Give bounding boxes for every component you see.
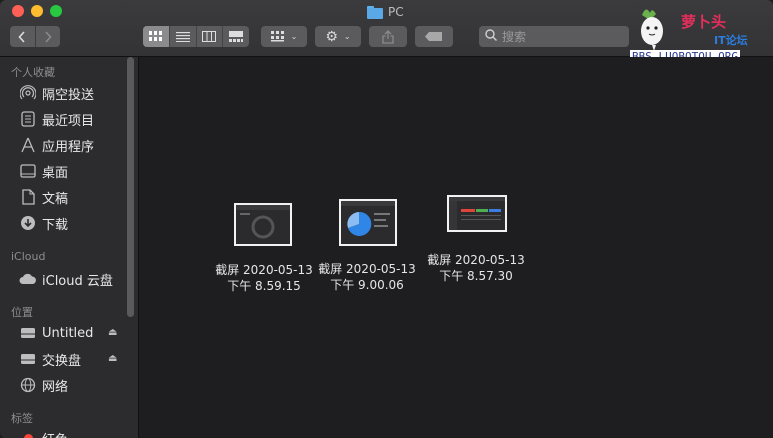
chevron-left-icon: [18, 30, 25, 43]
window-title-label: PC: [388, 5, 404, 19]
eject-icon[interactable]: ⏏: [108, 353, 117, 364]
drive-icon: [19, 324, 37, 342]
chevron-down-icon: ⌄: [290, 32, 298, 41]
column-view-button[interactable]: [195, 26, 223, 47]
forward-button[interactable]: [34, 26, 61, 47]
applications-icon: [19, 136, 37, 154]
file-thumbnail: [234, 203, 292, 246]
file-name-line2: 下午 8.57.30: [439, 269, 513, 283]
sidebar-item-label: 网络: [42, 379, 69, 395]
cloud-icon: [19, 270, 37, 288]
sidebar-item-applications[interactable]: 应用程序: [19, 134, 94, 156]
sidebar-item-recents[interactable]: 最近项目: [19, 108, 94, 130]
sidebar-item-label: 隔空投送: [42, 87, 95, 103]
sidebar-item-label: 文稿: [42, 191, 69, 207]
sidebar-item-desktop[interactable]: 桌面: [19, 160, 68, 182]
chevron-down-icon: ⌄: [343, 32, 351, 41]
file-name: 截屏 2020-05-13 下午 8.57.30: [421, 252, 531, 284]
finder-window: PC ⌄ ⚙ ⌄ 搜索 萝卜头 IT论坛 个人收藏 隔空投送 最近项目 应用程序…: [0, 0, 773, 438]
nav-buttons: [10, 26, 60, 47]
tags-button[interactable]: [415, 26, 453, 47]
screenshot-preview-icon: [236, 205, 290, 244]
sidebar-item-tag-red[interactable]: 红色: [19, 427, 68, 438]
zoom-window-button[interactable]: [50, 5, 62, 17]
sidebar-item-airdrop[interactable]: 隔空投送: [19, 82, 94, 104]
close-window-button[interactable]: [12, 5, 24, 17]
tag-icon: [425, 32, 442, 41]
eject-icon[interactable]: ⏏: [108, 327, 117, 338]
sidebar-item-label: 交换盘: [42, 353, 82, 369]
chevron-right-icon: [45, 30, 52, 43]
sidebar: 个人收藏 隔空投送 最近项目 应用程序 桌面 文稿 下载 iCloud iClo…: [0, 57, 139, 438]
share-icon: [382, 29, 394, 44]
window-title: PC: [367, 4, 404, 20]
file-name-line2: 下午 9.00.06: [330, 278, 404, 292]
list-icon: [175, 32, 190, 42]
sidebar-item-untitled[interactable]: Untitled: [19, 322, 93, 344]
sidebar-item-label: 下载: [42, 217, 69, 233]
sidebar-item-label: 红色: [42, 429, 68, 438]
sidebar-item-label: 应用程序: [42, 139, 95, 155]
file-thumbnail: [447, 195, 507, 232]
sidebar-item-network[interactable]: 网络: [19, 374, 68, 396]
desktop-icon: [19, 162, 37, 180]
sidebar-item-label: Untitled: [42, 325, 94, 341]
airdrop-icon: [19, 84, 37, 102]
sidebar-item-downloads[interactable]: 下载: [19, 212, 68, 234]
search-field[interactable]: 搜索: [479, 26, 629, 47]
sidebar-item-icloud-drive[interactable]: iCloud 云盘: [19, 268, 113, 290]
gear-icon: ⚙: [325, 28, 338, 45]
gallery-icon: [229, 31, 244, 42]
radish-mascot-icon: [641, 9, 663, 51]
file-name-line2: 下午 8.59.15: [227, 279, 301, 293]
file-name: 截屏 2020-05-13 下午 8.59.15: [209, 262, 319, 294]
file-name: 截屏 2020-05-13 下午 9.00.06: [312, 261, 422, 293]
sidebar-item-label: iCloud 云盘: [42, 273, 113, 289]
sidebar-item-label: 桌面: [42, 165, 69, 181]
group-by-button[interactable]: ⌄: [261, 26, 307, 47]
file-name-line1: 截屏 2020-05-13: [318, 262, 416, 276]
icon-view-button[interactable]: [143, 26, 169, 47]
sidebar-scrollbar[interactable]: [127, 57, 134, 317]
sidebar-section-icloud: iCloud: [11, 250, 46, 263]
file-name-line1: 截屏 2020-05-13: [215, 263, 313, 277]
sidebar-item-label: 最近项目: [42, 113, 95, 129]
watermark-title: 萝卜头: [681, 13, 727, 31]
search-placeholder: 搜索: [502, 30, 527, 44]
sidebar-section-tags: 标签: [11, 412, 33, 425]
watermark-subtitle: IT论坛: [714, 34, 748, 47]
minimize-window-button[interactable]: [31, 5, 43, 17]
downloads-icon: [19, 214, 37, 232]
icon-grid-icon: [148, 31, 162, 41]
file-browser-area: 截屏 2020-05-13 下午 8.59.15 截屏 2020-05-13 下…: [139, 57, 773, 438]
tag-color-dot-icon: [19, 429, 37, 438]
sidebar-item-swap-disk[interactable]: 交换盘: [19, 348, 81, 370]
view-mode-segmented: [143, 26, 249, 47]
folder-icon: [367, 5, 383, 19]
file-thumbnail: [339, 199, 397, 246]
sidebar-section-favorites: 个人收藏: [11, 66, 55, 79]
sidebar-section-locations: 位置: [11, 306, 33, 319]
back-button[interactable]: [10, 26, 35, 47]
recents-icon: [19, 110, 37, 128]
search-icon: [485, 29, 497, 44]
sidebar-item-documents[interactable]: 文稿: [19, 186, 68, 208]
columns-icon: [202, 31, 217, 42]
share-button[interactable]: [369, 26, 407, 47]
list-view-button[interactable]: [168, 26, 196, 47]
screenshot-preview-icon: [341, 201, 395, 244]
group-grid-icon: [270, 31, 284, 42]
documents-icon: [19, 188, 37, 206]
gallery-view-button[interactable]: [222, 26, 249, 47]
action-menu-button[interactable]: ⚙ ⌄: [315, 26, 361, 47]
network-icon: [19, 376, 37, 394]
file-name-line1: 截屏 2020-05-13: [427, 253, 525, 267]
drive-icon: [19, 350, 37, 368]
screenshot-preview-icon: [449, 197, 505, 230]
